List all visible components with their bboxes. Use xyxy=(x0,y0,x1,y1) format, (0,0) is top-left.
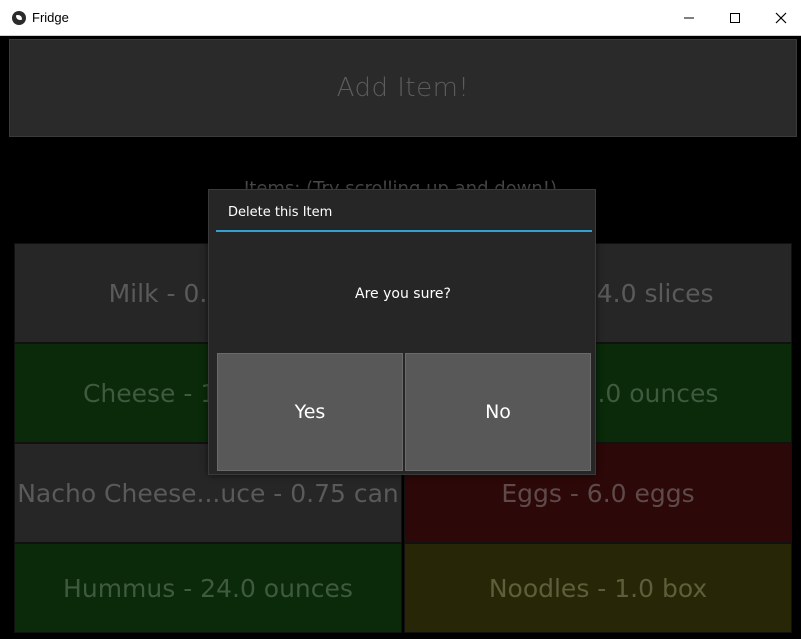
no-button[interactable]: No xyxy=(405,353,591,471)
yes-button[interactable]: Yes xyxy=(217,353,403,471)
dialog-title: Delete this Item xyxy=(228,205,333,220)
window-title: Fridge xyxy=(32,10,69,25)
maximize-button[interactable] xyxy=(712,0,758,36)
dialog-separator xyxy=(216,230,592,232)
delete-item-dialog: Delete this Item Are you sure? Yes No xyxy=(208,189,596,475)
minimize-button[interactable] xyxy=(666,0,712,36)
window-titlebar: Fridge xyxy=(0,0,801,36)
add-item-button[interactable]: Add Item! xyxy=(9,39,797,137)
item-tile[interactable]: Noodles - 1.0 box xyxy=(404,543,792,633)
close-icon xyxy=(775,12,787,24)
close-button[interactable] xyxy=(758,0,801,36)
dialog-message: Are you sure? xyxy=(355,286,451,302)
item-tile[interactable]: Hummus - 24.0 ounces xyxy=(14,543,402,633)
maximize-icon xyxy=(730,13,740,23)
minimize-icon xyxy=(684,17,694,19)
app-icon xyxy=(12,11,26,25)
